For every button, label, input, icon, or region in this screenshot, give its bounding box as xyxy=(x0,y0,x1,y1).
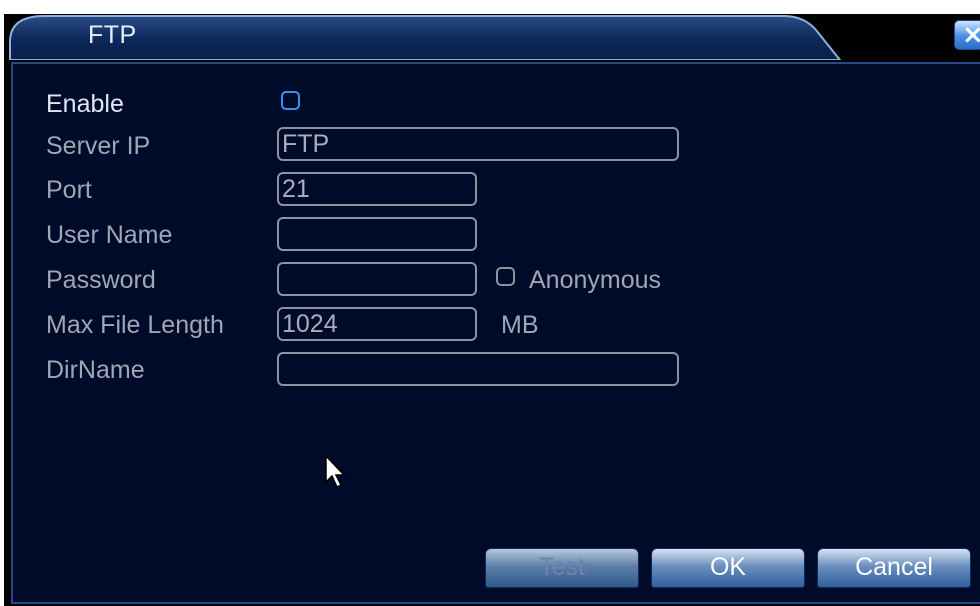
user-name-field[interactable] xyxy=(277,217,477,251)
max-file-length-label: Max File Length xyxy=(46,311,224,339)
window-title: FTP xyxy=(88,21,137,49)
max-file-length-field[interactable]: 1024 xyxy=(277,307,477,341)
enable-checkbox[interactable] xyxy=(281,91,300,110)
mouse-pointer-icon xyxy=(325,454,346,489)
dirname-label: DirName xyxy=(46,356,145,384)
user-name-label: User Name xyxy=(46,221,173,249)
password-field[interactable] xyxy=(277,262,477,296)
dirname-field[interactable] xyxy=(277,352,679,386)
port-label: Port xyxy=(46,176,92,204)
ok-button[interactable]: OK xyxy=(651,548,805,588)
close-button[interactable]: × xyxy=(954,20,980,50)
password-label: Password xyxy=(46,266,156,294)
server-ip-field[interactable]: FTP xyxy=(277,127,679,161)
close-icon: × xyxy=(962,20,980,50)
ftp-dialog: FTP × Enable Server IP FTP Port 21 User … xyxy=(4,14,980,606)
cancel-button[interactable]: Cancel xyxy=(817,548,971,588)
enable-label: Enable xyxy=(46,90,124,118)
max-file-length-unit: MB xyxy=(501,311,539,339)
content-panel: Enable Server IP FTP Port 21 User Name P… xyxy=(11,62,980,604)
title-tab-shape xyxy=(4,14,980,60)
test-button[interactable]: Test xyxy=(485,548,639,588)
anonymous-label: Anonymous xyxy=(529,266,662,294)
port-field[interactable]: 21 xyxy=(277,172,477,206)
server-ip-label: Server IP xyxy=(46,132,151,160)
title-bar: FTP × xyxy=(4,14,980,60)
anonymous-checkbox[interactable] xyxy=(496,267,515,286)
